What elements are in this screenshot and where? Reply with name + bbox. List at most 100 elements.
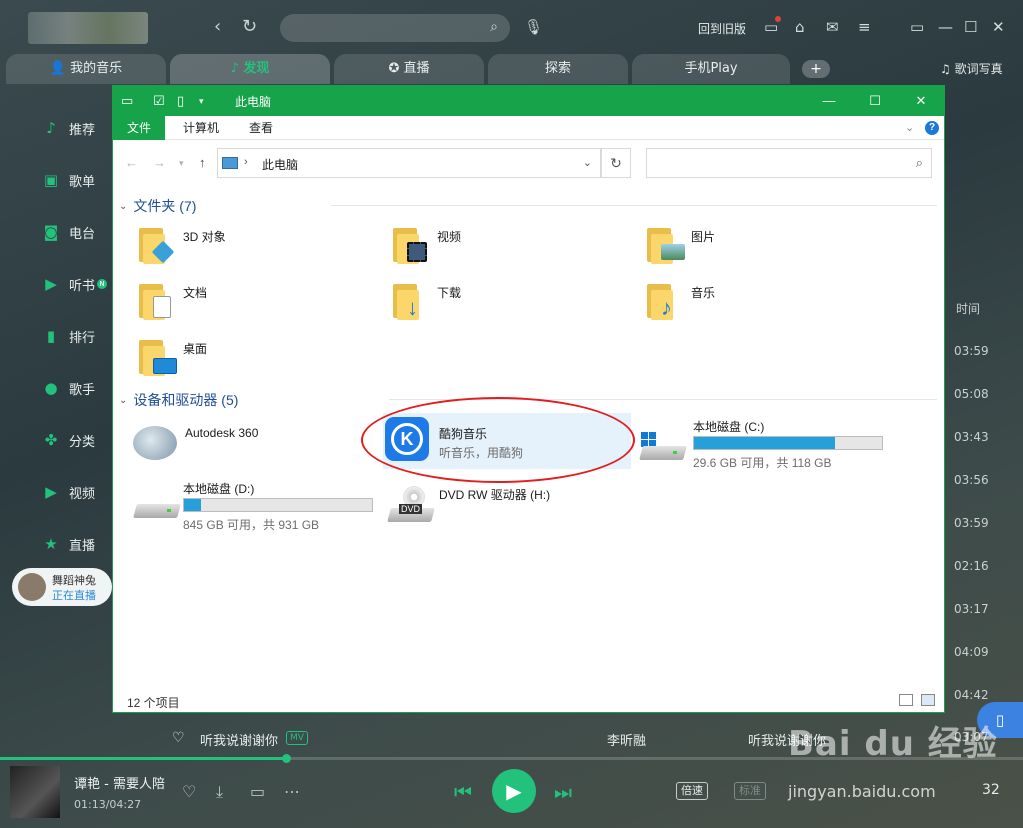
- app-search-input[interactable]: ⌕: [280, 14, 510, 42]
- microphone-icon[interactable]: 🎙: [524, 18, 543, 36]
- folder-documents[interactable]: 文档: [137, 278, 377, 328]
- sidebar-item-radio[interactable]: ◙ 电台: [42, 220, 95, 244]
- sidebar-item-video[interactable]: ▶ 视频: [42, 480, 95, 504]
- search-input[interactable]: ⌕: [646, 148, 932, 178]
- computer-icon: [222, 157, 238, 169]
- recent-locations-icon[interactable]: ▾: [179, 158, 184, 169]
- address-text[interactable]: 此电脑: [262, 156, 298, 173]
- category-icon: ✤: [44, 431, 58, 449]
- refresh-button[interactable]: ↻: [601, 148, 631, 178]
- folder-videos[interactable]: 视频: [391, 222, 631, 272]
- folders-group-header[interactable]: ⌄ 文件夹 (7): [119, 196, 196, 216]
- next-track-icon[interactable]: ⏭: [554, 780, 572, 804]
- duration-cell: 04:09: [954, 645, 989, 659]
- tab-computer[interactable]: 计算机: [169, 116, 233, 140]
- device-autodesk-360[interactable]: Autodesk 360: [131, 420, 371, 470]
- shirt-icon[interactable]: ⌂: [795, 18, 805, 36]
- folder-3d-objects[interactable]: 3D 对象: [137, 222, 377, 272]
- refresh-button[interactable]: ↻: [242, 16, 257, 37]
- mv-badge[interactable]: MV: [286, 731, 308, 745]
- download-icon[interactable]: ⤓: [216, 782, 223, 802]
- sidebar-item-singer[interactable]: ● 歌手: [42, 376, 95, 400]
- heart-icon[interactable]: ♡: [172, 730, 185, 746]
- like-icon[interactable]: ♡: [182, 782, 196, 801]
- user-avatar[interactable]: [28, 12, 148, 44]
- tab-live[interactable]: ✪ 直播: [334, 54, 484, 84]
- old-version-link[interactable]: 回到旧版: [698, 20, 746, 37]
- more-icon[interactable]: ⋯: [284, 782, 300, 801]
- tab-mobile-play[interactable]: 手机Play: [632, 54, 790, 84]
- details-view-icon[interactable]: [899, 694, 913, 706]
- speed-button[interactable]: 倍速: [676, 782, 708, 800]
- drive-dvd-h[interactable]: DVD DVD RW 驱动器 (H:): [387, 482, 629, 532]
- album-cover[interactable]: [10, 766, 60, 818]
- back-arrow-icon[interactable]: ←: [125, 155, 138, 170]
- song-title[interactable]: 听我说谢谢你: [200, 730, 278, 749]
- maximize-icon[interactable]: ☐: [964, 18, 977, 36]
- tab-my-music[interactable]: 👤 我的音乐: [6, 54, 166, 84]
- back-button[interactable]: ‹: [214, 16, 221, 37]
- item-label: DVD RW 驱动器 (H:): [439, 488, 551, 502]
- search-icon[interactable]: ⌕: [490, 19, 498, 35]
- customize-toolbar-icon[interactable]: ▾: [199, 96, 204, 107]
- chevron-down-icon: ⌄: [119, 394, 128, 406]
- sidebar-item-audiobook[interactable]: ▶ 听书 N: [42, 272, 108, 296]
- mail-icon[interactable]: ✉: [826, 18, 839, 36]
- properties-icon[interactable]: ☑: [153, 93, 165, 109]
- quality-button[interactable]: 标准: [734, 782, 766, 800]
- monitor-icon[interactable]: ▭: [764, 16, 782, 36]
- chevron-down-icon[interactable]: ⌄: [583, 156, 592, 169]
- singer-icon: ●: [44, 379, 58, 397]
- tab-explore[interactable]: 探索: [488, 54, 628, 84]
- volume-level[interactable]: 32: [982, 782, 1000, 798]
- sidebar-item-playlist[interactable]: ▣ 歌单: [42, 168, 95, 192]
- help-icon[interactable]: ?: [925, 121, 939, 135]
- new-folder-icon[interactable]: ▯: [177, 93, 184, 109]
- music-folder-icon: ♪: [645, 282, 683, 322]
- address-bar[interactable]: › 此电脑 ⌄: [217, 148, 601, 178]
- minimize-icon[interactable]: —: [809, 90, 849, 112]
- add-tab-button[interactable]: +: [802, 60, 830, 78]
- sidebar-item-category[interactable]: ✤ 分类: [42, 428, 95, 452]
- duration-cell: 02:16: [954, 559, 989, 573]
- sidebar-item-ranking[interactable]: ▮ 排行: [42, 324, 95, 348]
- folder-desktop[interactable]: 桌面: [137, 334, 377, 384]
- computer-icon[interactable]: ▭: [121, 93, 133, 109]
- previous-track-icon[interactable]: ⏮: [454, 780, 472, 804]
- duration-cell: 03:59: [954, 344, 989, 358]
- folder-music[interactable]: ♪ 音乐: [645, 278, 885, 328]
- lyric-photo-button[interactable]: ♫ 歌词写真: [940, 60, 1003, 77]
- comment-icon[interactable]: ▭: [250, 782, 265, 801]
- sidebar-item-live[interactable]: ★ 直播: [42, 532, 95, 556]
- drive-d[interactable]: 本地磁盘 (D:) 845 GB 可用，共 931 GB: [133, 478, 425, 532]
- forward-arrow-icon[interactable]: →: [153, 155, 166, 170]
- mini-mode-icon[interactable]: ▭: [910, 18, 924, 36]
- now-playing-title[interactable]: 谭艳 - 需要人陪: [74, 773, 165, 792]
- chevron-down-icon[interactable]: ⌄: [905, 121, 914, 134]
- drive-c[interactable]: 本地磁盘 (C:) 29.6 GB 可用，共 118 GB: [639, 416, 931, 470]
- folder-downloads[interactable]: ↓ 下载: [391, 278, 631, 328]
- chevron-right-icon[interactable]: ›: [244, 156, 248, 168]
- close-icon[interactable]: ✕: [901, 90, 941, 112]
- live-streamer-card[interactable]: 舞蹈神兔 正在直播: [12, 568, 112, 606]
- drive-usage-bar: [693, 436, 883, 450]
- maximize-icon[interactable]: ☐: [855, 90, 895, 112]
- large-icons-view-icon[interactable]: [921, 694, 935, 706]
- up-arrow-icon[interactable]: ↑: [199, 155, 206, 170]
- menu-icon[interactable]: ≡: [858, 18, 871, 36]
- devices-group-header[interactable]: ⌄ 设备和驱动器 (5): [119, 390, 238, 410]
- folder-pictures[interactable]: 图片: [645, 222, 885, 272]
- item-label: 音乐: [691, 286, 716, 300]
- tab-view[interactable]: 查看: [235, 116, 287, 140]
- minimize-icon[interactable]: —: [938, 18, 953, 36]
- tab-discover[interactable]: ♪ 发现: [170, 54, 330, 84]
- live-status: 正在直播: [52, 589, 96, 602]
- tab-file[interactable]: 文件: [113, 116, 166, 140]
- drive-usage-fill: [184, 499, 201, 511]
- close-icon[interactable]: ✕: [992, 18, 1005, 36]
- play-button[interactable]: ▶: [492, 769, 536, 813]
- sidebar-item-recommend[interactable]: ♪ 推荐: [42, 116, 95, 140]
- app-topbar: ‹ ↻ ⌕ 🎙 回到旧版 ▭ ⌂ ✉ ≡ ▭ — ☐ ✕: [0, 0, 1023, 56]
- play-icon: ▶: [506, 779, 522, 803]
- song-artist[interactable]: 李昕融: [607, 730, 646, 749]
